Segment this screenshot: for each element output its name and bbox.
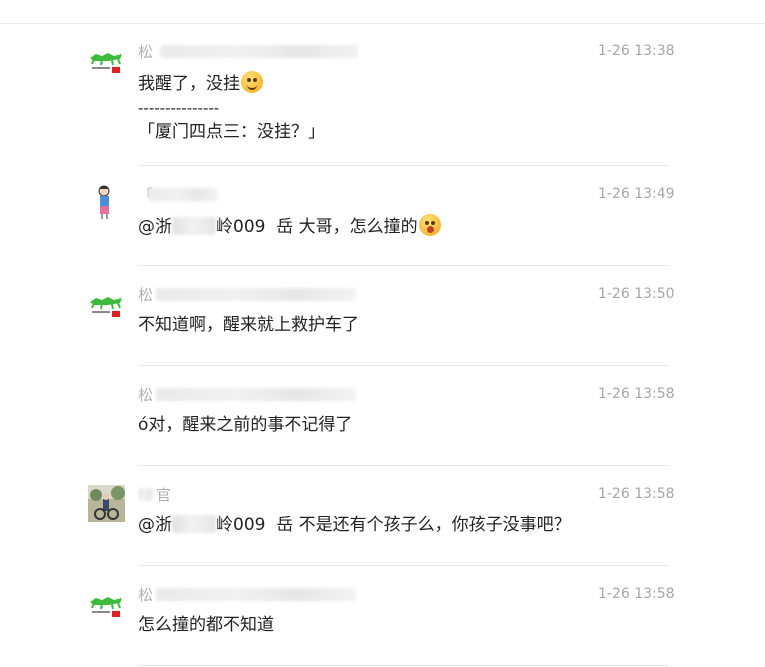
crocodile-icon[interactable] bbox=[88, 288, 125, 325]
message-divider bbox=[138, 465, 668, 466]
mention-link[interactable]: @浙 岭009 bbox=[138, 217, 265, 237]
message-text: @浙 岭009 岳 大哥，怎么撞的 bbox=[138, 214, 441, 239]
smirk-emoji-icon bbox=[241, 71, 263, 93]
sender-name[interactable]: 松 bbox=[138, 285, 358, 305]
message-divider bbox=[138, 265, 668, 266]
sender-name[interactable]: 松 bbox=[138, 42, 358, 62]
redacted-name bbox=[172, 217, 216, 235]
message-time: 1-26 13:38 bbox=[598, 43, 675, 59]
message-time: 1-26 13:58 bbox=[598, 486, 675, 502]
sender-name[interactable]: 「 bbox=[138, 185, 358, 205]
message-text: ó对，醒来之前的事不记得了 bbox=[138, 415, 353, 435]
message-time: 1-26 13:58 bbox=[598, 386, 675, 402]
quoted-message: 「厦门四点三：没挂？」 bbox=[138, 122, 325, 142]
photo-avatar-icon[interactable] bbox=[88, 485, 125, 522]
message-time: 1-26 13:49 bbox=[598, 186, 675, 202]
mention-link[interactable]: @浙 岭009 bbox=[138, 515, 265, 535]
drooling-emoji-icon bbox=[418, 214, 441, 236]
message-divider bbox=[138, 665, 668, 666]
crocodile-icon[interactable] bbox=[88, 588, 125, 625]
message-text: 怎么撞的都不知道 bbox=[138, 615, 274, 635]
sender-name[interactable]: 松 bbox=[138, 385, 358, 405]
message-time: 1-26 13:50 bbox=[598, 286, 675, 302]
message-text: @浙 岭009 岳 不是还有个孩子么，你孩子没事吧？ bbox=[138, 515, 571, 535]
quote-separator: --------------- bbox=[138, 99, 220, 117]
sender-name[interactable]: 官 bbox=[138, 485, 358, 505]
message-divider bbox=[138, 365, 668, 366]
crocodile-icon[interactable] bbox=[88, 44, 125, 81]
sender-name[interactable]: 松 bbox=[138, 585, 358, 605]
message-divider bbox=[138, 165, 668, 166]
message-text: 不知道啊，醒来就上救护车了 bbox=[138, 315, 359, 335]
redacted-name bbox=[172, 515, 216, 533]
message-text: 我醒了，没挂 bbox=[138, 71, 263, 96]
message-time: 1-26 13:58 bbox=[598, 586, 675, 602]
top-divider bbox=[0, 23, 765, 24]
message-divider bbox=[138, 565, 668, 566]
cartoon-girl-icon[interactable] bbox=[88, 183, 125, 220]
